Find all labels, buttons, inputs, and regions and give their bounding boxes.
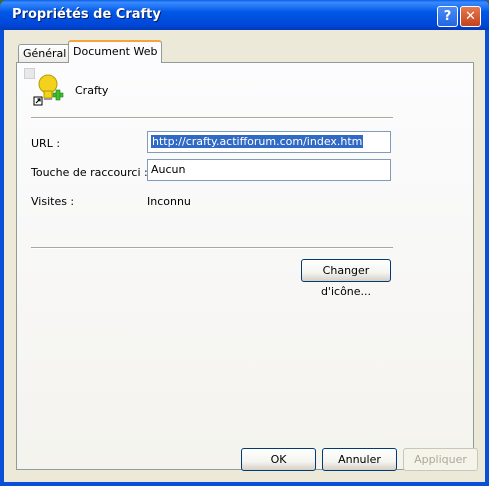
title-bar[interactable]: Propriétés de Crafty ? ✕ [0,0,489,30]
hotkey-label: Touche de raccourci : [31,166,148,179]
url-label: URL : [31,137,61,150]
hotkey-input[interactable]: Aucun [147,159,391,181]
tab-general[interactable]: Général [18,44,72,62]
url-value: http://crafty.actifforum.com/index.htm [151,135,364,148]
shortcut-name: Crafty [75,84,109,97]
ok-button[interactable]: OK [241,448,316,471]
apply-button[interactable]: Appliquer [403,448,478,471]
visits-label: Visites : [31,195,75,208]
cancel-button[interactable]: Annuler [322,448,397,471]
close-button[interactable]: ✕ [460,6,481,27]
help-button[interactable]: ? [437,6,458,27]
separator [31,117,393,119]
change-icon-button[interactable]: Changer d'icône... [301,259,391,298]
shortcut-lightbulb-icon [33,74,64,106]
separator [31,247,393,249]
properties-window: Propriétés de Crafty ? ✕ Général Documen… [0,0,489,486]
tab-panel: Crafty URL : http://crafty.actifforum.co… [16,62,474,470]
url-input[interactable]: http://crafty.actifforum.com/index.htm [147,131,391,153]
dialog-body: Général Document Web Crafty URL : http:/… [4,30,485,482]
window-title: Propriétés de Crafty [12,7,161,22]
tab-web-document[interactable]: Document Web [68,40,163,63]
visits-value: Inconnu [147,195,191,208]
